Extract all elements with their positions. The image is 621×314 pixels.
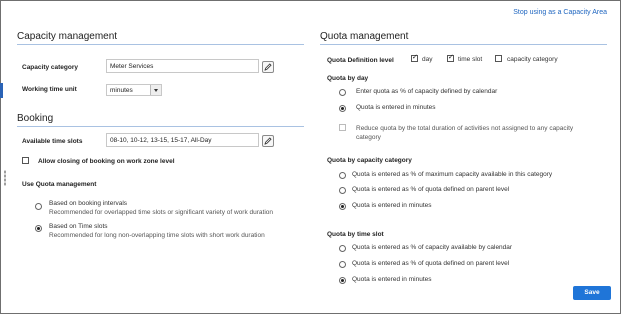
category-percent-max-radio[interactable] xyxy=(339,172,346,179)
category-percent-parent-label: Quota is entered as % of quota defined o… xyxy=(352,186,510,193)
allow-closing-checkbox[interactable] xyxy=(22,157,29,164)
edit-capacity-category-button[interactable] xyxy=(262,61,274,73)
quota-by-category-title: Quota by capacity category xyxy=(327,157,412,164)
focus-indicator xyxy=(0,83,3,98)
level-timeslot-checkbox[interactable] xyxy=(447,53,454,62)
working-time-unit-value: minutes xyxy=(110,87,133,94)
reduce-quota-label-line2: category xyxy=(356,134,381,141)
quota-booking-intervals-label: Based on booking intervals xyxy=(49,200,128,207)
window-frame xyxy=(0,0,621,314)
quota-by-day-title: Quota by day xyxy=(327,75,369,82)
timeslot-percent-calendar-radio[interactable] xyxy=(339,245,346,252)
timeslot-minutes-radio[interactable] xyxy=(339,277,346,284)
resize-handle[interactable] xyxy=(4,170,6,186)
quota-section-rule xyxy=(320,44,607,45)
category-minutes-label: Quota is entered in minutes xyxy=(352,202,432,209)
pencil-icon xyxy=(264,137,272,145)
quota-section-title: Quota management xyxy=(320,31,409,42)
booking-section-title: Booking xyxy=(17,113,54,124)
capacity-section-rule xyxy=(17,44,304,45)
available-time-slots-field[interactable]: 08-10, 10-12, 13-15, 15-17, All-Day xyxy=(106,133,259,147)
level-day-label: day xyxy=(422,56,433,63)
quota-booking-intervals-desc: Recommended for overlapped time slots or… xyxy=(49,209,273,216)
timeslot-percent-parent-label: Quota is entered as % of quota defined o… xyxy=(352,260,510,267)
category-percent-max-label: Quota is entered as % of maximum capacit… xyxy=(352,171,553,178)
save-button[interactable]: Save xyxy=(573,286,611,300)
category-percent-parent-radio[interactable] xyxy=(339,187,346,194)
pencil-icon xyxy=(264,63,272,71)
working-time-unit-select[interactable]: minutes xyxy=(106,84,162,96)
timeslot-minutes-label: Quota is entered in minutes xyxy=(352,276,432,283)
use-quota-label: Use Quota management xyxy=(22,181,97,188)
quota-time-slots-radio[interactable] xyxy=(35,225,42,232)
day-minutes-radio[interactable] xyxy=(339,105,346,112)
level-day-checkbox[interactable] xyxy=(411,53,418,62)
quota-time-slots-desc: Recommended for long non-overlapping tim… xyxy=(49,232,265,239)
booking-section-rule xyxy=(17,126,304,127)
stop-capacity-area-link[interactable]: Stop using as a Capacity Area xyxy=(513,9,607,16)
edit-time-slots-button[interactable] xyxy=(262,135,274,147)
working-time-unit-label: Working time unit xyxy=(22,86,77,93)
timeslot-percent-calendar-label: Quota is entered as % of capacity availa… xyxy=(352,244,513,251)
day-minutes-label: Quota is entered in minutes xyxy=(356,104,436,111)
available-time-slots-label: Available time slots xyxy=(22,138,83,145)
capacity-category-label: Capacity category xyxy=(22,64,78,71)
timeslot-percent-parent-radio[interactable] xyxy=(339,261,346,268)
capacity-category-field[interactable]: Meter Services xyxy=(106,59,259,73)
quota-by-timeslot-title: Quota by time slot xyxy=(327,231,384,238)
quota-booking-intervals-radio[interactable] xyxy=(35,203,42,210)
category-minutes-radio[interactable] xyxy=(339,203,346,210)
day-percent-calendar-radio[interactable] xyxy=(339,89,346,96)
quota-time-slots-label: Based on Time slots xyxy=(49,223,108,230)
chevron-down-icon xyxy=(150,85,161,95)
day-percent-calendar-label: Enter quota as % of capacity defined by … xyxy=(356,88,498,95)
allow-closing-label: Allow closing of booking on work zone le… xyxy=(38,158,175,165)
reduce-quota-checkbox[interactable] xyxy=(339,124,346,131)
capacity-section-title: Capacity management xyxy=(17,31,118,42)
reduce-quota-label-line1: Reduce quota by the total duration of ac… xyxy=(356,125,574,132)
level-timeslot-label: time slot xyxy=(458,56,483,63)
level-category-checkbox[interactable] xyxy=(495,55,502,62)
quota-definition-level-label: Quota Definition level xyxy=(327,57,394,64)
level-category-label: capacity category xyxy=(507,56,558,63)
